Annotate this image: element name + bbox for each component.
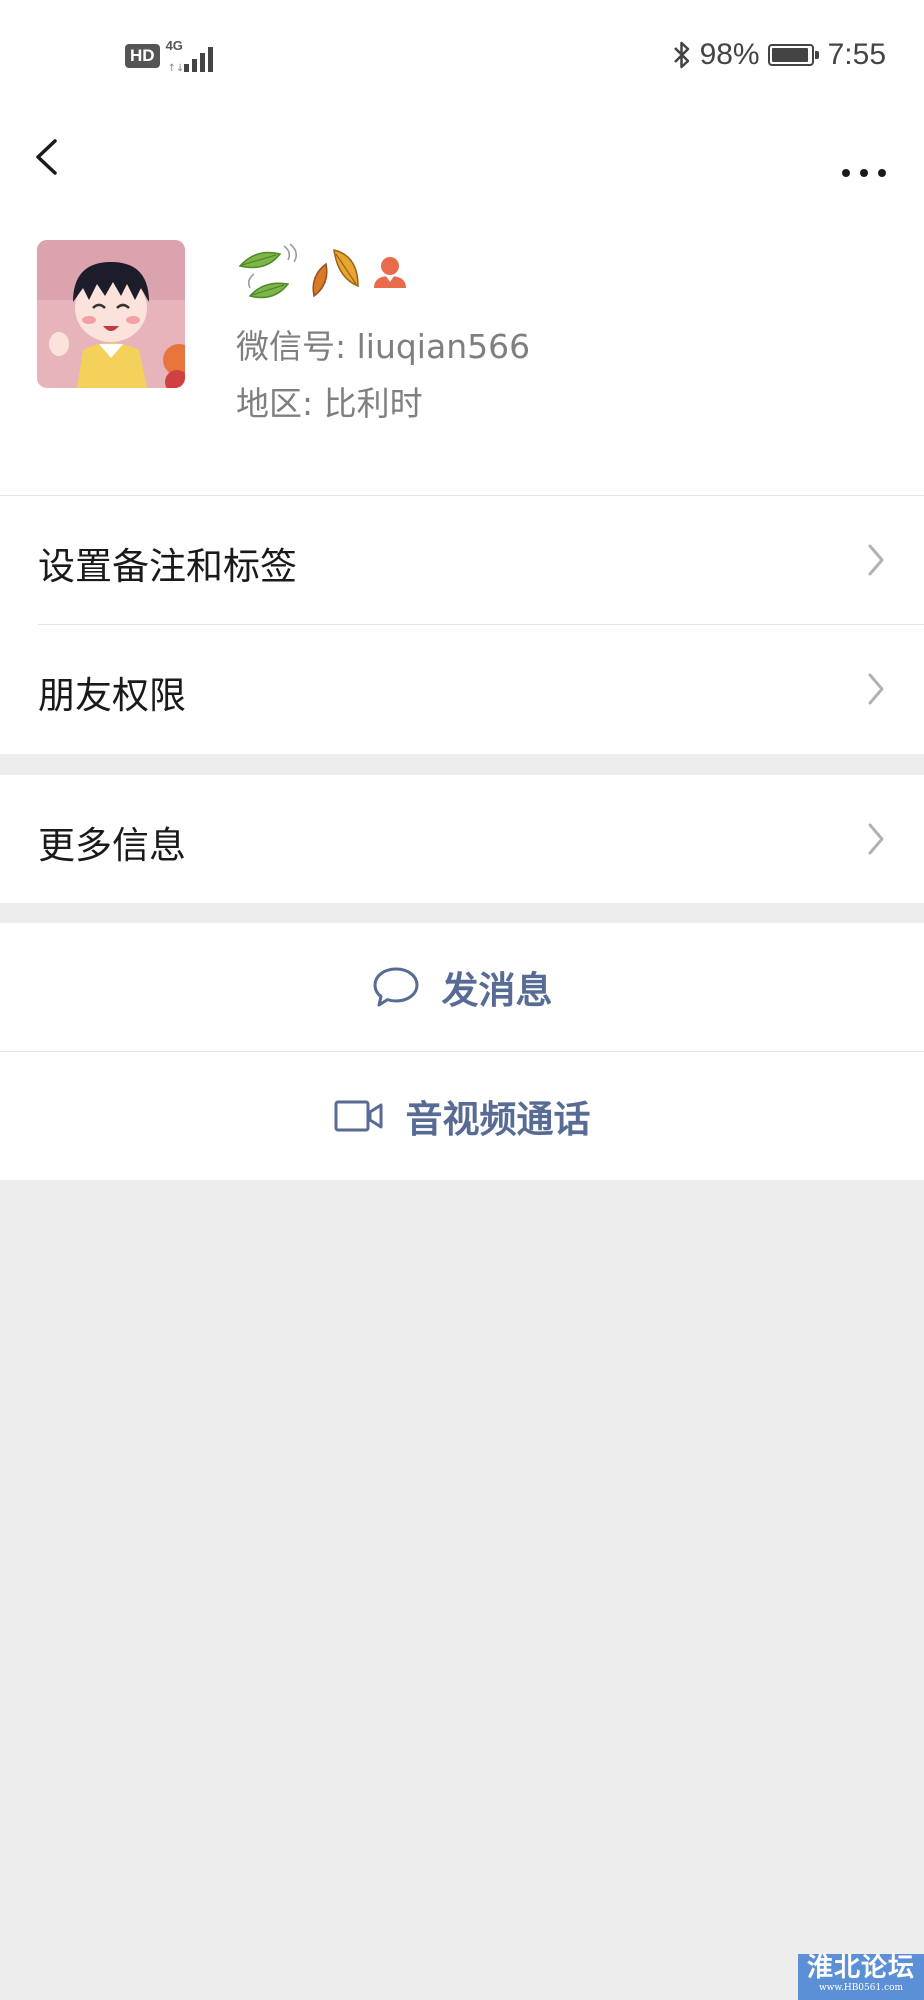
more-button[interactable] xyxy=(834,135,894,185)
status-left: HD 4G ↑↓ xyxy=(125,38,214,74)
video-camera-icon xyxy=(334,1100,382,1132)
more-horizontal-icon xyxy=(842,169,886,177)
clock: 7:55 xyxy=(827,38,886,71)
nickname xyxy=(236,242,412,302)
chevron-left-icon xyxy=(36,139,57,175)
fallen-leaf-icon xyxy=(312,249,359,298)
network-type: 4G xyxy=(165,38,183,53)
more-info-row[interactable]: 更多信息 xyxy=(0,775,924,903)
wechat-id: 微信号: liuqian566 xyxy=(236,327,531,366)
hd-badge: HD xyxy=(125,44,160,68)
region: 地区: 比利时 xyxy=(236,384,423,423)
watermark-title: 淮北论坛 xyxy=(806,1953,915,1983)
chevron-right-icon xyxy=(868,673,884,705)
avatar[interactable] xyxy=(37,240,185,388)
video-call-label: 音视频通话 xyxy=(405,1098,591,1141)
watermark-url: www.HB0561.com xyxy=(818,1983,904,1993)
set-remarks-tags-label: 设置备注和标签 xyxy=(38,545,297,588)
chat-bubble-icon xyxy=(373,967,418,1007)
watermark: 淮北论坛 www.HB0561.com xyxy=(798,1954,924,2000)
battery-icon xyxy=(767,44,819,66)
send-message-label: 发消息 xyxy=(441,969,553,1012)
status-bar: HD 4G ↑↓ 98% 7:55 xyxy=(0,0,924,110)
settings-group: 设置备注和标签 朋友权限 xyxy=(0,496,924,754)
battery-percent: 98% xyxy=(699,38,760,71)
chevron-right-icon xyxy=(868,544,884,576)
chevron-right-icon xyxy=(868,823,884,855)
video-call-button[interactable]: 音视频通话 xyxy=(0,1052,924,1180)
status-right: 98% 7:55 xyxy=(672,38,886,72)
cellular-signal-icon: 4G ↑↓ xyxy=(166,38,214,74)
person-icon xyxy=(374,257,406,288)
nav-bar xyxy=(0,110,924,220)
bluetooth-icon xyxy=(673,41,689,69)
send-message-button[interactable]: 发消息 xyxy=(0,923,924,1051)
profile-header: 微信号: liuqian566 地区: 比利时 xyxy=(0,220,924,495)
friend-permissions-label: 朋友权限 xyxy=(38,674,186,717)
more-info-label: 更多信息 xyxy=(38,824,186,867)
set-remarks-tags-row[interactable]: 设置备注和标签 xyxy=(0,496,924,624)
leaf-fluttering-icon xyxy=(238,243,297,299)
friend-permissions-row[interactable]: 朋友权限 xyxy=(0,625,924,754)
back-button[interactable] xyxy=(30,127,80,187)
